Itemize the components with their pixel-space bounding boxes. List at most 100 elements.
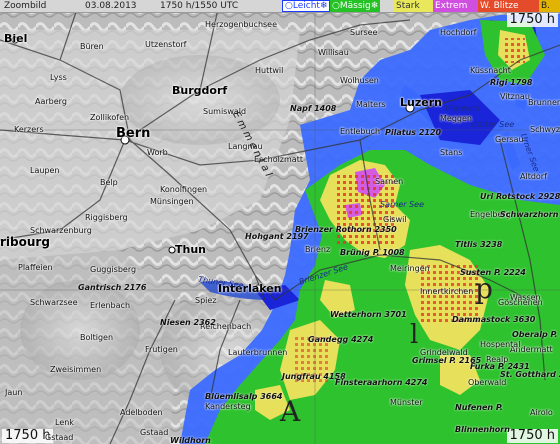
peak-name: Rigi [490, 78, 508, 87]
place-label: Airolo [530, 408, 553, 417]
legend-strong: Stark [394, 0, 434, 12]
place-label: Riggisberg [85, 213, 128, 222]
peak-elevation: 4274 [405, 378, 428, 387]
peak-bluemlisalp: Blüemlisalp 3664 [205, 392, 282, 401]
peak-name: St. Gotthard [500, 370, 556, 379]
city-fribourg: ribourg [0, 235, 50, 249]
peak-rothorn: Brienzer Rothorn 2350 [295, 225, 397, 234]
peak-rigi: Rigi 1798 [490, 78, 532, 87]
place-label: Huttwil [255, 66, 284, 75]
city-thun: Thun [175, 243, 206, 256]
peak-name: Hohgant [245, 232, 284, 241]
peak-name: Grimsel P. [412, 356, 457, 365]
peak-elevation: 1408 [314, 104, 337, 113]
place-label: Utzenstorf [145, 40, 187, 49]
peak-elevation: 4274 [351, 335, 374, 344]
place-label: Spiez [195, 296, 217, 305]
city-biel: Biel [4, 32, 28, 45]
peak-elevation: 2928 [538, 192, 560, 201]
place-label: Lauterbrunnen [228, 348, 288, 357]
peak-blinnenhorn: Blinnenhorn [455, 425, 510, 434]
region-label: A [280, 395, 301, 428]
peak-name: Finsteraarhorn [335, 378, 403, 387]
lake-label: Sarner See [380, 200, 425, 209]
place-label: Wolhusen [340, 76, 379, 85]
peak-name: Brienzer Rothorn [295, 225, 372, 234]
peak-elevation: 3630 [513, 315, 536, 324]
place-label: Büren [80, 42, 104, 51]
place-label: Frutigen [145, 345, 178, 354]
city-luzern: Luzern [400, 96, 442, 109]
peak-elevation: 2224 [503, 268, 526, 277]
peak-pilatus: Pilatus 2120 [385, 128, 441, 137]
place-label: Zollikofen [90, 113, 130, 122]
date-label: 03.08.2013 [85, 1, 137, 11]
legend-light-label: Leicht [292, 1, 320, 11]
radar-map-view: Zoombild 03.08.2013 1750 h/1550 UTC ○Lei… [0, 0, 560, 444]
place-label: Malters [356, 100, 386, 109]
place-label: Worb [147, 148, 168, 157]
place-label: Entlebuch [340, 127, 381, 136]
place-label: Giswil [383, 215, 407, 224]
peak-name: Brünig P. [340, 248, 380, 257]
peak-gotthard: St. Gotthard 2108 [500, 370, 560, 379]
peak-elevation: 3701 [384, 310, 407, 319]
peak-uri-rotstock: Uri Rotstock 2928 [480, 192, 560, 201]
region-label: l [410, 320, 419, 350]
place-label: Brunnen [528, 98, 560, 107]
place-label: Gstaad [140, 428, 169, 437]
peak-gandegg: Gandegg 4274 [308, 335, 373, 344]
legend-moderate: ○Mässig❄ [330, 0, 381, 12]
region-label: p [475, 272, 493, 305]
peak-elevation: 2165 [458, 356, 482, 365]
peak-name: Napf [290, 104, 312, 113]
place-label: Guggisberg [90, 265, 137, 274]
place-label: Münster [390, 398, 423, 407]
peak-name: Titlis [455, 240, 478, 249]
zoom-label: Zoombild [4, 1, 47, 11]
peak-name: Wetterhorn [330, 310, 382, 319]
place-label: Schwarzenburg [30, 226, 92, 235]
place-label: Hospental [480, 340, 521, 349]
peak-name: Uri Rotstock [480, 192, 536, 201]
legend-extreme: Extrem [433, 0, 479, 12]
peak-name: Schwarzhorn [500, 210, 559, 219]
place-label: Schwyz [530, 125, 560, 134]
timestamp-bottom-right: 1750 h [506, 429, 558, 443]
place-label: Aarberg [35, 97, 67, 106]
peak-elevation: 2176 [124, 283, 147, 292]
peak-name: Dammastock [452, 315, 511, 324]
place-label: Altdorf [520, 172, 547, 181]
place-label: Belp [100, 178, 118, 187]
peak-nufenen: Nufenen P. [455, 403, 503, 412]
peak-titlis: Titlis 3238 [455, 240, 502, 249]
peak-schwarzhorn: Schwarzhorn 2928 [500, 210, 560, 219]
place-label: Zweisimmen [50, 365, 102, 374]
place-label: Vitznau [500, 92, 530, 101]
peak-name: Jungfrau [282, 372, 321, 381]
place-label: Lenk [55, 418, 74, 427]
place-label: Willisau [318, 48, 349, 57]
peak-grimsel: Grimsel P. 2165 [412, 356, 481, 365]
peak-gantrisch: Gantrisch 2176 [78, 283, 146, 292]
place-label: Kandersteg [205, 402, 251, 411]
place-label: Meggen [440, 114, 472, 123]
peak-elevation: 2362 [193, 318, 216, 327]
place-label: Sarnen [375, 177, 404, 186]
place-label: Jaun [5, 388, 23, 397]
peak-oberalp: Oberalp P. 2044 [512, 330, 560, 339]
peak-name: Pilatus [385, 128, 417, 137]
time-label: 1750 h/1550 UTC [160, 1, 239, 11]
place-label: Münsingen [150, 197, 194, 206]
place-label: Plaffeien [18, 263, 53, 272]
city-bern: Bern [116, 126, 151, 141]
peak-elevation: 3238 [480, 240, 503, 249]
place-label: Kerzers [14, 125, 44, 134]
place-label: Adelboden [120, 408, 163, 417]
place-label: Boltigen [80, 333, 114, 342]
peak-elevation: 1798 [510, 78, 533, 87]
legend-moderate-label: Mässig [339, 1, 371, 11]
place-label: Laupen [30, 166, 60, 175]
place-label: Herzogenbuchsee [205, 20, 278, 29]
place-label: Meiringen [390, 264, 430, 273]
